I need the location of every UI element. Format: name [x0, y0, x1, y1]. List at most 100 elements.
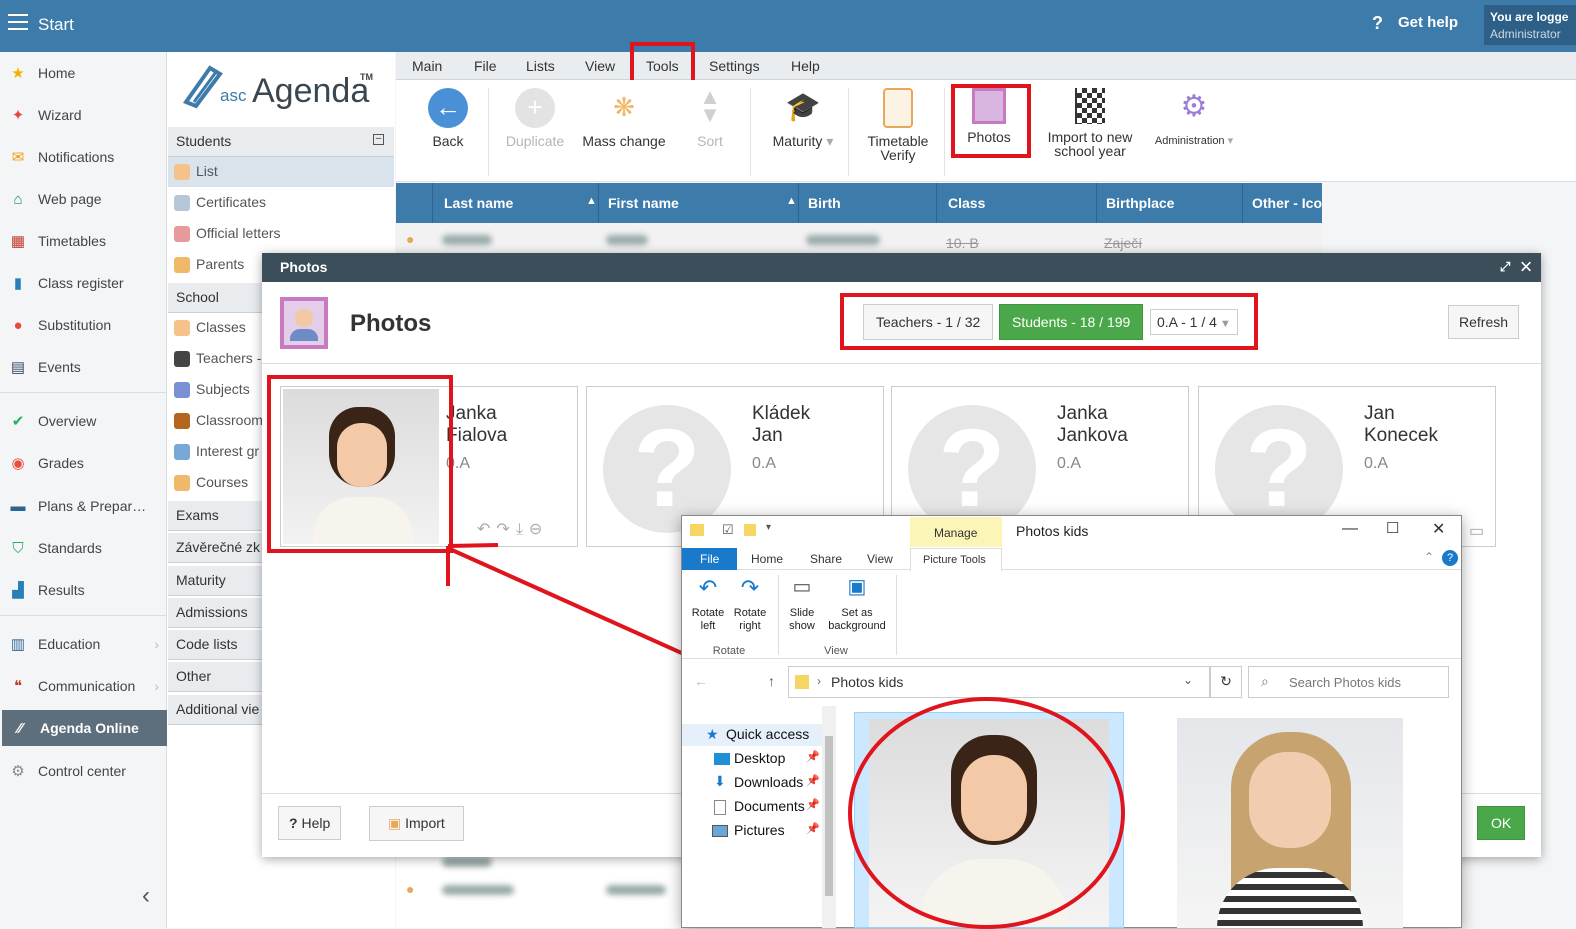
manage-contextual-tab[interactable]: Manage: [910, 517, 1002, 547]
subnav-item-list[interactable]: List: [168, 157, 394, 187]
tab-share[interactable]: Share: [810, 552, 842, 566]
start-label[interactable]: Start: [38, 15, 74, 35]
sidebar-item-control-center[interactable]: ⚙ Control center: [0, 753, 167, 789]
column-first-name[interactable]: First name: [608, 195, 679, 211]
column-last-name[interactable]: Last name: [444, 195, 513, 211]
qat-properties-icon[interactable]: ☑: [722, 522, 734, 538]
sidebar-item-education[interactable]: ▥ Education ›: [0, 626, 167, 662]
placeholder-photo-icon[interactable]: ?: [908, 405, 1036, 533]
placeholder-photo-icon[interactable]: ?: [603, 405, 731, 533]
tab-lists[interactable]: Lists: [526, 58, 555, 74]
back-arrow-icon[interactable]: ←: [694, 673, 708, 689]
timetable-verify-button[interactable]: Timetable Verify: [858, 88, 938, 162]
maximize-icon[interactable]: ⤢: [1500, 259, 1510, 274]
nav-desktop[interactable]: Desktop 📌: [682, 748, 822, 770]
sidebar-item-grades[interactable]: ◉ Grades: [0, 445, 167, 481]
tab-help[interactable]: Help: [791, 58, 820, 74]
column-class[interactable]: Class: [948, 195, 985, 211]
slide-show-button[interactable]: ▭ Slide show: [784, 577, 820, 633]
subnav-item-official-letters[interactable]: Official letters: [168, 219, 394, 249]
tab-file[interactable]: File: [474, 58, 497, 74]
folder-icon[interactable]: ▭: [1469, 521, 1484, 541]
back-button[interactable]: ← Back: [426, 88, 470, 148]
sidebar-item-timetables[interactable]: ▦ Timetables: [0, 223, 167, 259]
sort-button[interactable]: ▲ ▼ Sort: [688, 84, 732, 149]
pin-icon[interactable]: 📌: [806, 774, 820, 787]
nav-downloads[interactable]: ⬇ Downloads 📌: [682, 772, 822, 794]
sidebar-item-standards[interactable]: ⛉ Standards: [0, 530, 167, 566]
collapse-ribbon-icon[interactable]: ⌃: [1424, 550, 1434, 564]
address-bar[interactable]: › Photos kids ⌄: [788, 666, 1210, 698]
pin-icon[interactable]: 📌: [806, 750, 820, 763]
collapse-icon[interactable]: –: [373, 134, 384, 145]
tab-view[interactable]: View: [867, 552, 893, 566]
maturity-button[interactable]: 🎓 Maturity ▾: [764, 88, 842, 148]
sidebar-item-home[interactable]: ★ Home: [0, 55, 167, 91]
sidebar-item-results[interactable]: ▟ Results: [0, 572, 167, 608]
refresh-button[interactable]: Refresh: [1448, 305, 1520, 339]
sidebar-item-class-register[interactable]: ▮ Class register: [0, 265, 167, 301]
column-birth[interactable]: Birth: [808, 195, 841, 211]
minimize-icon[interactable]: —: [1342, 520, 1358, 538]
nav-scrollbar[interactable]: [822, 706, 836, 928]
grid-divider: [798, 183, 799, 223]
download-icon[interactable]: ⤓: [516, 521, 529, 538]
import-button[interactable]: ▣ Import: [369, 806, 464, 841]
redo-icon[interactable]: ↷: [496, 521, 515, 538]
nav-quick-access[interactable]: ★ Quick access: [682, 724, 822, 746]
administration-button[interactable]: ⚙ Administration ▾: [1146, 88, 1242, 148]
sidebar-item-wizard[interactable]: ✦ Wizard: [0, 97, 167, 133]
mass-change-button[interactable]: ❋ Mass change: [580, 88, 668, 148]
set-as-background-button[interactable]: ▣ Set as background: [824, 577, 890, 633]
students-section-header[interactable]: Students –: [168, 127, 394, 157]
rotate-right-button[interactable]: ↷ Rotate right: [730, 577, 770, 633]
sidebar-item-agenda-online[interactable]: ⁄⁄ Agenda Online: [2, 710, 169, 746]
tab-main[interactable]: Main: [412, 58, 442, 74]
tab-picture-tools[interactable]: Picture Tools: [910, 548, 1002, 571]
tab-file[interactable]: File: [682, 548, 737, 570]
nav-pictures[interactable]: Pictures 📌: [682, 820, 822, 842]
qat-dropdown-icon[interactable]: ▾: [766, 522, 771, 533]
pin-icon[interactable]: 📌: [806, 822, 820, 835]
import-new-school-year-button[interactable]: Import to new school year: [1044, 88, 1136, 158]
undo-icon[interactable]: ↶: [477, 521, 496, 538]
help-icon[interactable]: ?: [1442, 550, 1458, 566]
sidebar-item-plans[interactable]: ▬ Plans & Prepar…: [0, 488, 167, 524]
pin-icon: [174, 226, 190, 242]
table-row[interactable]: ● 10. B Zaječí: [396, 223, 1322, 253]
rotate-left-button[interactable]: ↶ Rotate left: [688, 577, 728, 633]
photo-thumbnail-2[interactable]: [1177, 718, 1403, 928]
sidebar-item-web-page[interactable]: ⌂ Web page: [0, 181, 167, 217]
up-arrow-icon[interactable]: ↑: [768, 673, 775, 689]
placeholder-photo-icon[interactable]: ?: [1215, 405, 1343, 533]
maximize-icon[interactable]: ☐: [1386, 519, 1399, 537]
chevron-down-icon[interactable]: ⌄: [1183, 673, 1193, 687]
ok-button[interactable]: OK: [1477, 806, 1526, 840]
tab-view[interactable]: View: [585, 58, 615, 74]
column-other[interactable]: Other - Ico: [1252, 195, 1322, 211]
sidebar-item-communication[interactable]: ❝ Communication ›: [0, 668, 167, 704]
tab-settings[interactable]: Settings: [709, 58, 760, 74]
subnav-item-certificates[interactable]: Certificates: [168, 188, 394, 218]
new-folder-icon[interactable]: [744, 524, 756, 536]
sidebar-item-substitution[interactable]: ● Substitution: [0, 307, 167, 343]
tab-home[interactable]: Home: [751, 552, 783, 566]
duplicate-button[interactable]: + Duplicate: [502, 88, 568, 148]
help-button[interactable]: ? Help: [278, 806, 342, 840]
hamburger-menu-icon[interactable]: [8, 14, 28, 30]
close-icon[interactable]: ✕: [1432, 519, 1445, 539]
refresh-button[interactable]: ↻: [1210, 666, 1242, 698]
collapse-sidebar-icon[interactable]: ‹: [142, 882, 150, 910]
sidebar-item-events[interactable]: ▤ Events: [0, 349, 167, 385]
sidebar-item-notifications[interactable]: ✉ Notifications: [0, 139, 167, 175]
nav-documents[interactable]: Documents 📌: [682, 796, 822, 818]
close-icon[interactable]: ✕: [1521, 259, 1531, 274]
pin-icon[interactable]: 📌: [806, 798, 820, 811]
sidebar-item-overview[interactable]: ✔ Overview: [0, 403, 167, 439]
sort-icon: ▲ ▼: [699, 84, 721, 127]
search-input[interactable]: ⌕ Search Photos kids: [1248, 666, 1449, 698]
get-help-link[interactable]: Get help: [1372, 14, 1458, 31]
user-box[interactable]: You are logge Administrator: [1484, 5, 1576, 45]
column-birthplace[interactable]: Birthplace: [1106, 195, 1174, 211]
remove-icon[interactable]: ⊖: [529, 521, 548, 538]
